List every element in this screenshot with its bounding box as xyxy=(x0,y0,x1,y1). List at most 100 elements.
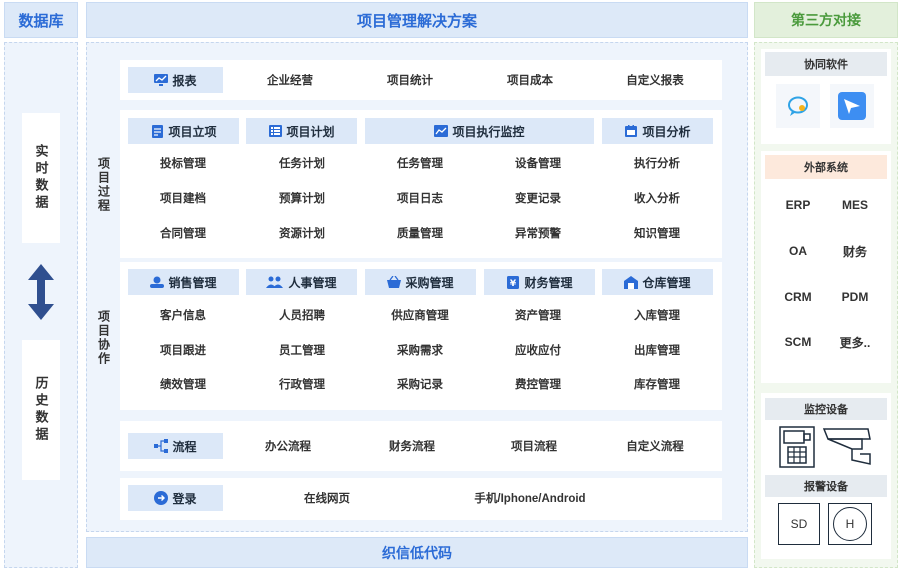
collab-cell[interactable]: 人员招聘 xyxy=(252,302,352,328)
process-cell[interactable]: 投标管理 xyxy=(133,150,233,176)
collab-cell[interactable]: 费控管理 xyxy=(488,371,588,397)
flow-icon xyxy=(154,439,169,453)
svg-text:¥: ¥ xyxy=(510,279,517,289)
process-cell[interactable]: 异常预警 xyxy=(488,220,588,246)
process-cell[interactable]: 收入分析 xyxy=(607,185,707,211)
process-cell[interactable]: 项目日志 xyxy=(370,185,470,211)
collab-cell[interactable]: 客户信息 xyxy=(133,302,233,328)
collab-header-purchase[interactable]: 采购管理 xyxy=(365,269,476,295)
handshake-icon xyxy=(150,275,165,289)
login-item-web[interactable]: 在线网页 xyxy=(272,485,382,511)
external-system-more[interactable]: 更多.. xyxy=(827,330,883,354)
process-cell[interactable]: 执行分析 xyxy=(607,150,707,176)
warehouse-icon xyxy=(624,275,639,289)
process-cell[interactable]: 项目建档 xyxy=(133,185,233,211)
card-reader-icon[interactable] xyxy=(778,426,816,468)
process-cell[interactable]: 变更记录 xyxy=(488,185,588,211)
alarm-device-h: H xyxy=(833,507,867,541)
flow-label[interactable]: 流程 xyxy=(128,433,223,459)
process-cell[interactable]: 知识管理 xyxy=(607,220,707,246)
collab-header-finance[interactable]: ¥ 财务管理 xyxy=(484,269,595,295)
login-arrow-icon xyxy=(154,491,169,505)
monitor-devices-title: 监控设备 xyxy=(765,398,887,420)
process-header-plan[interactable]: 项目计划 xyxy=(246,118,357,144)
process-header-text: 项目计划 xyxy=(286,124,335,139)
report-item[interactable]: 项目统计 xyxy=(360,67,460,93)
process-header-initiation[interactable]: 项目立项 xyxy=(128,118,239,144)
login-label[interactable]: 登录 xyxy=(128,485,223,511)
dingtalk-like-chat-icon[interactable] xyxy=(776,84,820,128)
feishu-like-paper-plane-icon[interactable] xyxy=(830,84,874,128)
report-label[interactable]: 报表 xyxy=(128,67,223,93)
external-system-oa[interactable]: OA xyxy=(770,239,826,263)
db-header: 数据库 xyxy=(4,2,78,38)
collab-cell[interactable]: 采购需求 xyxy=(370,337,470,363)
yen-icon: ¥ xyxy=(506,275,520,289)
calendar-icon xyxy=(624,124,638,138)
alarm-device-h-frame[interactable]: H xyxy=(828,503,872,545)
collab-header-text: 人事管理 xyxy=(288,275,337,290)
people-icon xyxy=(266,275,284,289)
process-cell[interactable]: 质量管理 xyxy=(370,220,470,246)
collab-header-sales[interactable]: 销售管理 xyxy=(128,269,239,295)
external-system-mes[interactable]: MES xyxy=(827,193,883,217)
report-item[interactable]: 项目成本 xyxy=(480,67,580,93)
login-item-mobile[interactable]: 手机/Iphone/Android xyxy=(455,485,605,511)
process-header-monitor[interactable]: 项目执行监控 xyxy=(365,118,594,144)
flow-item[interactable]: 办公流程 xyxy=(238,433,338,459)
process-header-analysis[interactable]: 项目分析 xyxy=(602,118,713,144)
flow-item[interactable]: 项目流程 xyxy=(484,433,584,459)
collab-header-warehouse[interactable]: 仓库管理 xyxy=(602,269,713,295)
external-system-finance[interactable]: 财务 xyxy=(827,239,883,263)
collab-side-label: 项目协作 xyxy=(96,309,111,366)
collab-software-title: 协同软件 xyxy=(765,52,887,76)
process-cell[interactable]: 合同管理 xyxy=(133,220,233,246)
process-cell[interactable]: 资源计划 xyxy=(252,220,352,246)
report-label-text: 报表 xyxy=(172,73,197,88)
collab-header-text: 财务管理 xyxy=(524,275,573,290)
collab-cell[interactable]: 资产管理 xyxy=(488,302,588,328)
process-cell[interactable]: 设备管理 xyxy=(488,150,588,176)
double-arrow-icon xyxy=(28,264,54,320)
db-history[interactable]: 历史数据 xyxy=(22,340,60,480)
report-item[interactable]: 企业经营 xyxy=(240,67,340,93)
collab-cell[interactable]: 入库管理 xyxy=(607,302,707,328)
process-cell[interactable]: 预算计划 xyxy=(252,185,352,211)
security-camera-icon[interactable] xyxy=(822,426,874,468)
collab-header-text: 采购管理 xyxy=(405,275,454,290)
third-header: 第三方对接 xyxy=(754,2,898,38)
collab-header-hr[interactable]: 人事管理 xyxy=(246,269,357,295)
collab-cell[interactable]: 采购记录 xyxy=(370,371,470,397)
process-cell[interactable]: 任务计划 xyxy=(252,150,352,176)
main-footer: 织信低代码 xyxy=(86,537,748,568)
flow-label-text: 流程 xyxy=(172,439,197,454)
collab-cell[interactable]: 应收应付 xyxy=(488,337,588,363)
main-header: 项目管理解决方案 xyxy=(86,2,748,38)
collab-cell[interactable]: 绩效管理 xyxy=(133,371,233,397)
process-side-label: 项目过程 xyxy=(96,157,111,213)
external-system-scm[interactable]: SCM xyxy=(770,330,826,354)
collab-cell[interactable]: 出库管理 xyxy=(607,337,707,363)
collab-header-text: 仓库管理 xyxy=(642,275,691,290)
document-icon xyxy=(150,124,164,138)
report-item[interactable]: 自定义报表 xyxy=(605,67,705,93)
external-system-pdm[interactable]: PDM xyxy=(827,285,883,309)
alarm-device-sd[interactable]: SD xyxy=(778,503,820,545)
collab-cell[interactable]: 库存管理 xyxy=(607,371,707,397)
flow-item[interactable]: 自定义流程 xyxy=(605,433,705,459)
collab-cell[interactable]: 项目跟进 xyxy=(133,337,233,363)
basket-icon xyxy=(387,275,402,289)
flow-item[interactable]: 财务流程 xyxy=(362,433,462,459)
process-cell[interactable]: 任务管理 xyxy=(370,150,470,176)
process-header-text: 项目立项 xyxy=(168,124,217,139)
external-system-crm[interactable]: CRM xyxy=(770,285,826,309)
collab-cell[interactable]: 行政管理 xyxy=(252,371,352,397)
collab-header-text: 销售管理 xyxy=(168,275,217,290)
external-system-erp[interactable]: ERP xyxy=(770,193,826,217)
alarm-devices-title: 报警设备 xyxy=(765,475,887,497)
login-label-text: 登录 xyxy=(172,491,197,506)
monitor-chart-icon xyxy=(434,124,449,138)
db-realtime[interactable]: 实时数据 xyxy=(22,113,60,243)
collab-cell[interactable]: 员工管理 xyxy=(252,337,352,363)
collab-cell[interactable]: 供应商管理 xyxy=(370,302,470,328)
